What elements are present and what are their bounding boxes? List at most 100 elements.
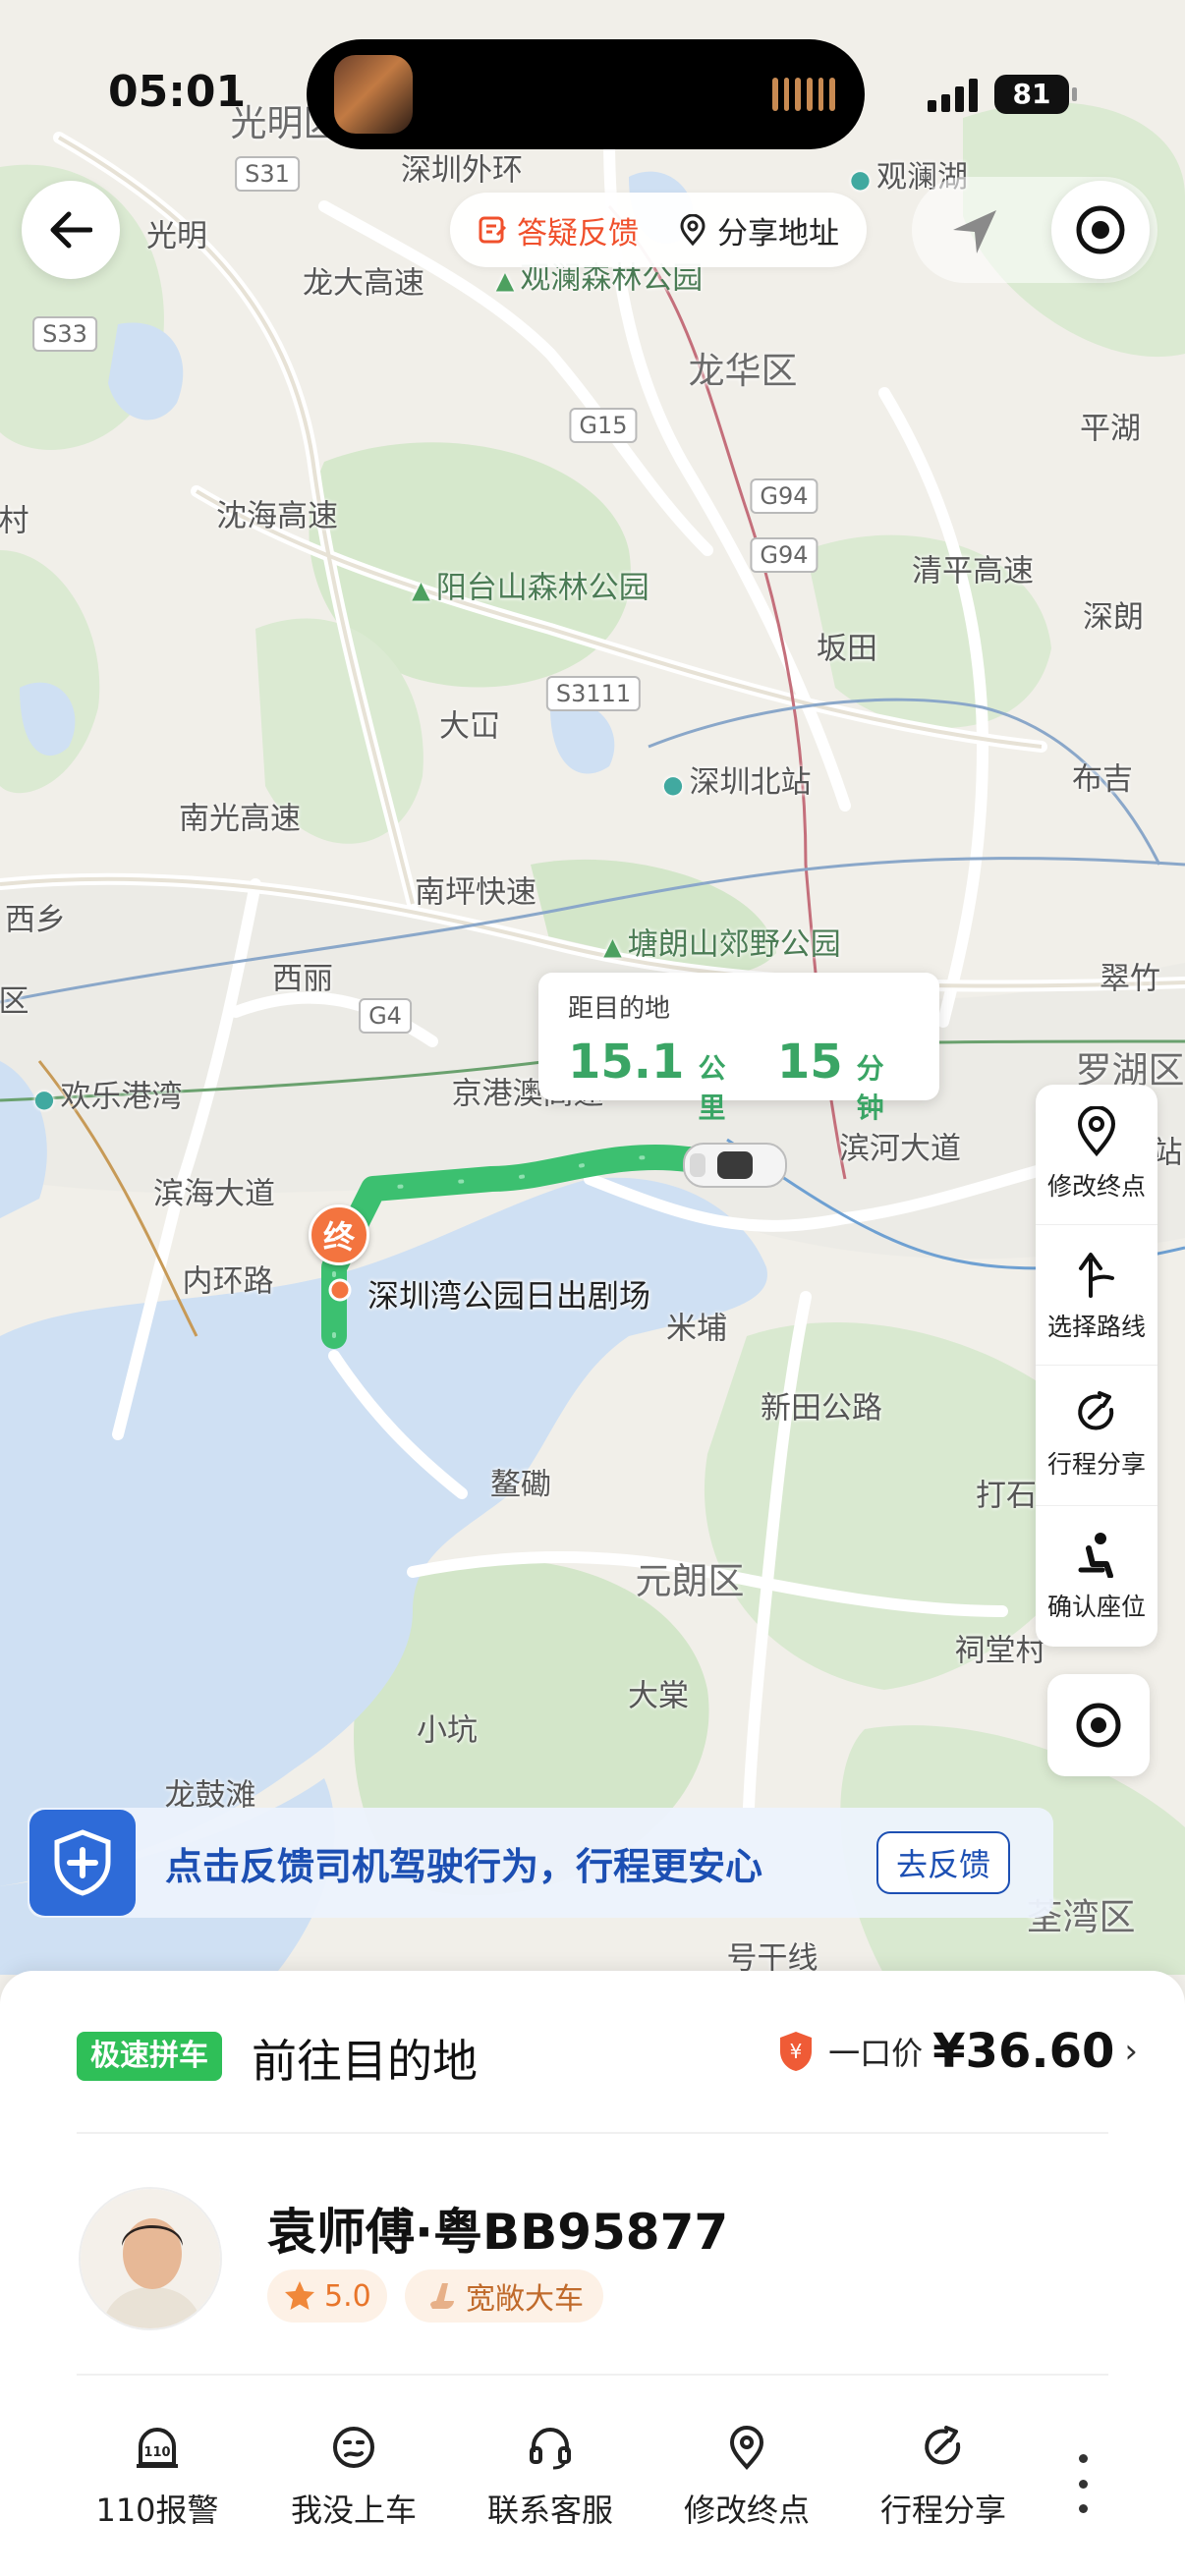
side-confirm-seat-button[interactable]: 确认座位 xyxy=(1036,1506,1157,1647)
map-label: 村 xyxy=(0,503,29,539)
go-feedback-button[interactable]: 去反馈 xyxy=(875,1831,1010,1894)
map-label: 鳌磡 xyxy=(490,1467,551,1503)
side-trip-share-button[interactable]: 行程分享 xyxy=(1036,1366,1157,1506)
dynamic-island xyxy=(307,39,865,149)
map-label: 光明 xyxy=(146,218,207,254)
back-button[interactable] xyxy=(22,181,120,279)
map-label: 坂田 xyxy=(817,631,877,667)
banner-text: 点击反馈司机驾驶行为，行程更安心 xyxy=(165,1844,763,1888)
recenter-button[interactable] xyxy=(1051,181,1150,279)
action-label: 行程分享 xyxy=(879,2492,1006,2529)
side-modify-destination-button[interactable]: 修改终点 xyxy=(1036,1085,1157,1225)
cellular-signal-icon xyxy=(928,77,978,112)
more-options-button[interactable] xyxy=(1065,2454,1100,2513)
map-label: 号干线 xyxy=(726,1940,818,1976)
action-label: 我没上车 xyxy=(290,2492,417,2529)
road-shield: G94 xyxy=(750,478,818,514)
map-label: 米埔 xyxy=(666,1311,727,1347)
driver-rating: 5.0 xyxy=(267,2269,387,2323)
safety-feedback-banner[interactable]: 点击反馈司机驾驶行为，行程更安心 去反馈 xyxy=(28,1808,1053,1918)
side-tool-label: 选择路线 xyxy=(1046,1313,1146,1341)
price-label: 一口价 xyxy=(828,2035,924,2072)
confused-face-icon xyxy=(333,2427,374,2468)
battery-indicator: 81 xyxy=(994,75,1077,114)
map-label: 南光高速 xyxy=(179,801,301,837)
map-label: 龙大高速 xyxy=(303,265,424,302)
now-playing-artwork xyxy=(334,55,413,134)
map-label: 深圳北站 xyxy=(663,757,811,802)
action-label: 110报警 xyxy=(95,2492,219,2529)
location-share-icon xyxy=(680,214,705,246)
action-label: 修改终点 xyxy=(683,2492,810,2529)
map-label: 元朗区 xyxy=(635,1560,745,1602)
map-label: 塘朗山郊野公园 xyxy=(603,920,841,964)
map-label: 龙华区 xyxy=(688,350,798,392)
map-label: 清平高速 xyxy=(912,553,1034,589)
map-label: 滨河大道 xyxy=(839,1131,961,1167)
modify-destination-button[interactable]: 修改终点 xyxy=(649,2425,845,2531)
not-boarded-button[interactable]: 我没上车 xyxy=(255,2425,452,2531)
police-110-button[interactable]: 110 110报警 xyxy=(59,2425,255,2531)
map-label: 阳台山森林公园 xyxy=(412,563,649,607)
back-arrow-icon xyxy=(50,211,92,249)
seat-cushion-icon xyxy=(430,2283,454,2309)
map-label: 南坪快速 xyxy=(415,874,536,911)
share-address-link[interactable]: 分享地址 xyxy=(678,208,839,252)
map-label: 大棠 xyxy=(628,1678,689,1714)
side-tool-label: 确认座位 xyxy=(1046,1592,1146,1621)
map-label: 翠竹 xyxy=(1100,961,1160,997)
side-choose-route-button[interactable]: 选择路线 xyxy=(1036,1225,1157,1366)
target-icon xyxy=(1076,1703,1121,1748)
trip-status: 前往目的地 xyxy=(252,2035,478,2088)
driver-avatar[interactable] xyxy=(79,2187,222,2330)
feedback-link[interactable]: 答疑反馈 xyxy=(478,208,639,252)
eta-time: 15 xyxy=(776,1035,843,1090)
top-action-bar: 答疑反馈 分享地址 xyxy=(450,193,867,267)
ride-type-badge: 极速拼车 xyxy=(77,2032,222,2081)
divider xyxy=(77,2132,1108,2134)
police-110-icon: 110 xyxy=(137,2428,178,2468)
map-label: 区 xyxy=(0,983,29,1020)
map-label: 祠堂村 xyxy=(954,1633,1046,1669)
contact-support-button[interactable]: 联系客服 xyxy=(452,2425,649,2531)
road-shield: S31 xyxy=(235,156,300,192)
road-shield: G94 xyxy=(750,537,818,573)
trip-share-button[interactable]: 行程分享 xyxy=(845,2425,1042,2531)
map-label: 内环路 xyxy=(182,1263,274,1300)
map-label: 深朗 xyxy=(1083,599,1144,636)
share-arrow-icon xyxy=(1078,1391,1114,1430)
road-shield: G4 xyxy=(359,998,412,1034)
road-shield: S3111 xyxy=(545,676,642,711)
eta-values: 15.1 公里 15 分钟 xyxy=(568,1035,910,1126)
destination-marker[interactable]: 终 xyxy=(309,1204,369,1265)
map-label: 平湖 xyxy=(1080,411,1141,447)
map-label: 小坑 xyxy=(417,1712,478,1749)
feedback-edit-icon xyxy=(479,216,507,244)
feedback-label: 答疑反馈 xyxy=(517,215,639,252)
action-bar: 110 110报警 我没上车 联系客服 修改终点 行程分享 xyxy=(59,2425,1042,2531)
car-tag: 宽敞大车 xyxy=(405,2269,603,2323)
seat-icon xyxy=(1078,1532,1113,1578)
headset-icon xyxy=(530,2428,571,2470)
price-link[interactable]: ¥ 一口价 ¥36.60 › xyxy=(777,2024,1138,2079)
car-marker xyxy=(683,1143,787,1188)
driver-name: 袁师傅·粤BB95877 xyxy=(267,2204,729,2261)
road-shield: S33 xyxy=(32,316,97,352)
route-turn-icon xyxy=(1079,1253,1114,1298)
locate-me-button[interactable] xyxy=(1047,1674,1150,1776)
eta-distance-unit: 公里 xyxy=(698,1052,726,1124)
trip-bottom-sheet: 极速拼车 前往目的地 ¥ 一口价 ¥36.60 › 袁师傅·粤BB95877 5… xyxy=(0,1971,1185,2576)
map-label: 新田公路 xyxy=(761,1390,882,1427)
map-label: 布吉 xyxy=(1072,761,1133,798)
shield-plus-icon xyxy=(29,1810,136,1916)
share-arrow-icon xyxy=(925,2426,961,2465)
road-shield: G15 xyxy=(569,408,638,443)
side-tool-label: 行程分享 xyxy=(1046,1450,1146,1479)
map-label: 大冚 xyxy=(439,708,500,745)
map-label: 西乡 xyxy=(5,902,66,938)
rating-value: 5.0 xyxy=(324,2278,371,2314)
navigation-arrow-button[interactable] xyxy=(945,202,1004,261)
share-address-label: 分享地址 xyxy=(717,215,839,252)
chevron-right-icon: › xyxy=(1124,2032,1138,2071)
pin-icon xyxy=(1077,1106,1116,1157)
